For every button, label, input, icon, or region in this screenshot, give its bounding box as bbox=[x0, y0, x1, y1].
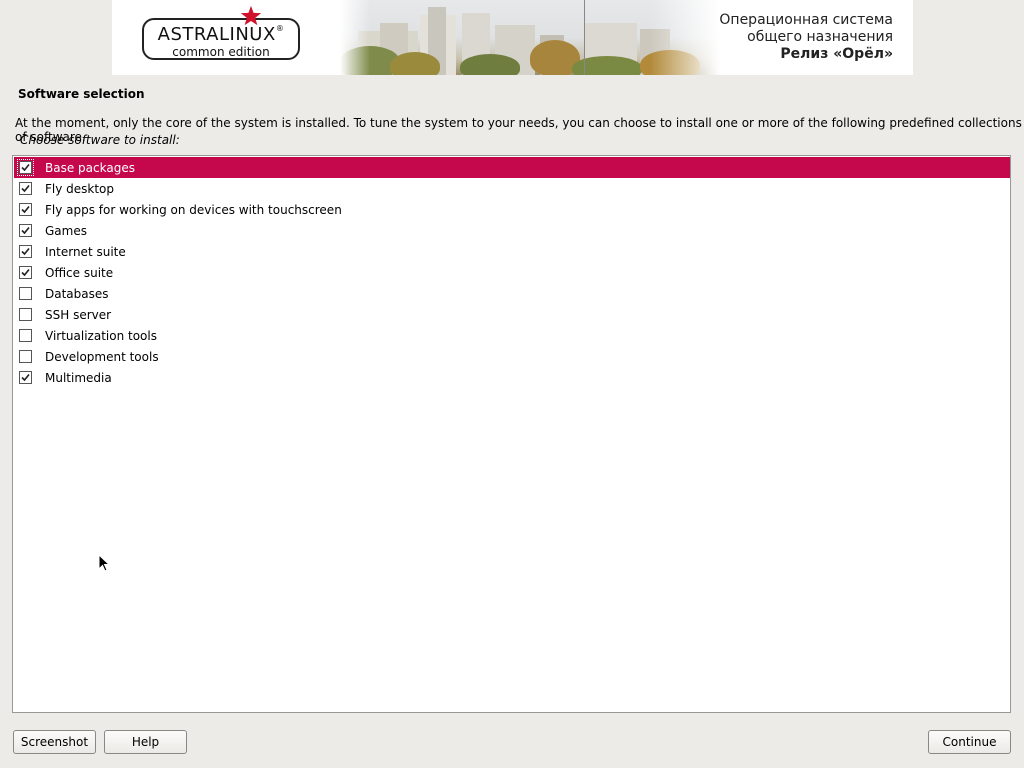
check-mark-icon bbox=[21, 205, 30, 214]
check-mark-icon bbox=[21, 268, 30, 277]
software-item-label: Databases bbox=[45, 286, 109, 301]
check-mark-icon bbox=[21, 226, 30, 235]
release-info: Операционная система общего назначения Р… bbox=[719, 12, 893, 63]
choose-prompt: Choose software to install: bbox=[20, 133, 180, 147]
logo-edition: common edition bbox=[172, 45, 270, 59]
astralinux-logo: ASTRALINUX® common edition bbox=[142, 18, 300, 60]
checkbox-checked[interactable] bbox=[19, 203, 32, 216]
checkbox-checked[interactable] bbox=[19, 245, 32, 258]
software-item-label: Multimedia bbox=[45, 370, 112, 385]
software-item[interactable]: Games bbox=[14, 220, 1010, 241]
software-item[interactable]: Office suite bbox=[14, 262, 1010, 283]
software-item-label: Office suite bbox=[45, 265, 114, 280]
check-mark-icon bbox=[21, 163, 30, 172]
check-mark-icon bbox=[21, 184, 30, 193]
checkbox-checked[interactable] bbox=[19, 371, 32, 384]
checkbox-unchecked[interactable] bbox=[19, 308, 32, 321]
red-star-icon bbox=[240, 5, 262, 26]
software-item-label: Games bbox=[45, 223, 87, 238]
software-item-label: Internet suite bbox=[45, 244, 126, 259]
checkbox-unchecked[interactable] bbox=[19, 329, 32, 342]
software-item-label: Fly desktop bbox=[45, 181, 115, 196]
software-item-label: Fly apps for working on devices with tou… bbox=[45, 202, 342, 217]
os-title-line1: Операционная система bbox=[719, 12, 893, 28]
check-mark-icon bbox=[21, 247, 30, 256]
logo-registered-mark: ® bbox=[275, 24, 285, 33]
help-button[interactable]: Help bbox=[104, 730, 187, 754]
software-list[interactable]: Base packages Fly desktop Fly apps for wor… bbox=[12, 155, 1011, 713]
software-item[interactable]: Development tools bbox=[14, 346, 1010, 367]
release-name: Релиз «Орёл» bbox=[780, 46, 893, 62]
page-title: Software selection bbox=[18, 87, 145, 101]
software-item[interactable]: Fly apps for working on devices with tou… bbox=[14, 199, 1010, 220]
software-item[interactable]: Multimedia bbox=[14, 367, 1010, 388]
software-item[interactable]: Internet suite bbox=[14, 241, 1010, 262]
city-skyline-image bbox=[340, 0, 720, 75]
header-banner: ASTRALINUX® common edition Операционная … bbox=[112, 0, 913, 75]
mouse-pointer-icon bbox=[98, 554, 110, 572]
software-item[interactable]: Base packages bbox=[14, 157, 1010, 178]
continue-button[interactable]: Continue bbox=[928, 730, 1011, 754]
software-item[interactable]: Fly desktop bbox=[14, 178, 1010, 199]
checkbox-checked[interactable] bbox=[17, 159, 34, 176]
software-item[interactable]: SSH server bbox=[14, 304, 1010, 325]
checkbox-checked[interactable] bbox=[19, 182, 32, 195]
software-item[interactable]: Virtualization tools bbox=[14, 325, 1010, 346]
software-item-label: SSH server bbox=[45, 307, 112, 322]
logo-wordmark: ASTRALINUX bbox=[157, 24, 276, 45]
software-item-label: Virtualization tools bbox=[45, 328, 157, 343]
checkbox-unchecked[interactable] bbox=[19, 287, 32, 300]
screenshot-button[interactable]: Screenshot bbox=[13, 730, 96, 754]
software-item-label: Base packages bbox=[45, 160, 135, 175]
software-item[interactable]: Databases bbox=[14, 283, 1010, 304]
checkbox-checked[interactable] bbox=[19, 266, 32, 279]
os-title-line2: общего назначения bbox=[747, 29, 893, 45]
software-item-label: Development tools bbox=[45, 349, 159, 364]
check-mark-icon bbox=[21, 373, 30, 382]
checkbox-checked[interactable] bbox=[19, 224, 32, 237]
checkbox-unchecked[interactable] bbox=[19, 350, 32, 363]
